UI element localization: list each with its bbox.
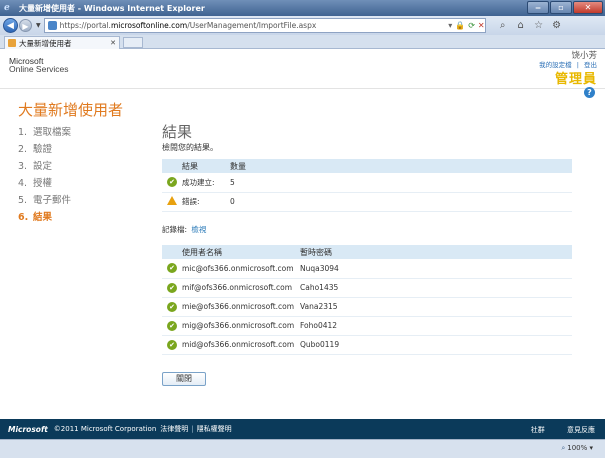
success-check-icon: ✔	[167, 282, 177, 293]
table-row: ✔ mig@ofs366.onmicrosoft.com Foho0412	[162, 316, 572, 336]
community-link[interactable]: 社群	[531, 426, 545, 434]
stop-icon[interactable]: ✕	[478, 21, 485, 30]
feedback-link[interactable]: 意見反應	[567, 426, 595, 434]
page-footer: Microsoft ©2011 Microsoft Corporation 法律…	[0, 419, 605, 439]
search-icon[interactable]: ⌕	[496, 19, 510, 33]
tab-label: 大量新增使用者	[19, 38, 72, 48]
refresh-icon[interactable]: ⟳	[468, 21, 475, 30]
help-icon[interactable]: ?	[584, 87, 595, 98]
user-password-cell: Vana2315	[300, 297, 572, 317]
summary-label: 錯誤:	[182, 192, 230, 212]
zoom-level: 100%	[567, 444, 588, 452]
step-settings: 3. 設定	[18, 161, 53, 172]
tools-gear-icon[interactable]: ⚙	[550, 19, 564, 33]
user-password-cell: Nuqa3094	[300, 259, 572, 279]
favorites-star-icon[interactable]: ☆	[532, 19, 546, 33]
history-dropdown-icon[interactable]: ▼	[36, 22, 41, 29]
user-name-cell: mid@ofs366.onmicrosoft.com	[182, 335, 300, 355]
success-check-icon: ✔	[167, 301, 177, 312]
user-password-cell: Qubo0119	[300, 335, 572, 355]
lock-icon[interactable]: 🔒	[455, 21, 465, 30]
maximize-button[interactable]: ▫	[550, 1, 572, 14]
window-title-bar: ℯ 大量新增使用者 - Windows Internet Explorer ‒ …	[0, 0, 605, 16]
forward-button[interactable]: ▶	[19, 19, 32, 32]
window-title: 大量新增使用者 - Windows Internet Explorer	[19, 3, 205, 13]
legal-link[interactable]: 法律聲明	[160, 424, 188, 434]
summary-label: 成功建立:	[182, 173, 230, 193]
url-host: microsoftonline.com	[110, 21, 188, 30]
new-tab-button[interactable]	[123, 37, 143, 48]
address-field[interactable]: https://portal. microsoftonline.com/UserM…	[43, 18, 486, 33]
summary-header-count: 數量	[230, 159, 572, 173]
warning-triangle-icon	[167, 196, 177, 205]
summary-count: 0	[230, 192, 572, 212]
users-header-username: 使用者名稱	[182, 245, 300, 259]
user-password-cell: Foho0412	[300, 316, 572, 336]
url-path: /UserManagement/ImportFile.aspx	[187, 21, 317, 30]
summary-count: 5	[230, 173, 572, 193]
address-toolbar: ◀ ▶ ▼ https://portal. microsoftonline.com…	[0, 16, 605, 35]
window-controls: ‒ ▫ ✕	[526, 1, 603, 14]
table-row: 錯誤: 0	[162, 192, 572, 212]
privacy-link[interactable]: 隱私權聲明	[197, 424, 232, 434]
step-email: 5. 電子郵件	[18, 195, 72, 206]
success-check-icon: ✔	[167, 339, 177, 350]
success-check-icon: ✔	[167, 177, 177, 188]
view-log-link[interactable]: 檢視	[191, 225, 206, 234]
copyright-text: ©2011 Microsoft Corporation	[53, 425, 157, 433]
success-check-icon: ✔	[167, 263, 177, 274]
summary-table: 結果 數量 ✔ 成功建立: 5 錯誤: 0	[162, 159, 572, 212]
zoom-control[interactable]: ⌕ 100% ▾	[561, 444, 593, 453]
step-select-file: 1. 選取檔案	[18, 127, 72, 138]
success-check-icon: ✔	[167, 320, 177, 331]
results-title: 結果	[162, 123, 193, 141]
wizard-steps: 1. 選取檔案 2. 驗證 3. 設定 4. 授權 5. 電子郵件 6. 結果	[18, 124, 71, 226]
dropdown-icon[interactable]: ▾	[448, 21, 452, 30]
brand-online-services: Online Services	[9, 64, 69, 74]
summary-header-result: 結果	[182, 159, 230, 173]
table-row: ✔ mie@ofs366.onmicrosoft.com Vana2315	[162, 297, 572, 317]
table-row: ✔ mic@ofs366.onmicrosoft.com Nuqa3094	[162, 259, 572, 279]
users-table: 使用者名稱 暫時密碼 ✔ mic@ofs366.onmicrosoft.com …	[162, 245, 572, 355]
ie-logo-icon: ℯ	[4, 2, 10, 13]
results-subtitle: 檢閱您的結果。	[162, 143, 218, 152]
table-row: ✔ 成功建立: 5	[162, 173, 572, 193]
step-verify: 2. 驗證	[18, 144, 53, 155]
step-license: 4. 授權	[18, 178, 53, 189]
home-icon[interactable]: ⌂	[514, 19, 528, 33]
tab-bulk-add-users[interactable]: 大量新增使用者 ✕	[4, 36, 120, 49]
zoom-icon: ⌕	[561, 444, 566, 452]
microsoft-logo: Microsoft	[8, 424, 48, 434]
step-results: 6. 結果	[18, 212, 53, 223]
minimize-button[interactable]: ‒	[527, 1, 549, 14]
page-header: Microsoft Online Services 饶小芳 我的設定檔 | 登出…	[0, 49, 605, 89]
tab-favicon-icon	[8, 39, 16, 47]
user-name-cell: mig@ofs366.onmicrosoft.com	[182, 316, 300, 336]
browser-toolbar-icons: ⌕ ⌂ ☆ ⚙	[492, 19, 564, 33]
address-actions: ▾ 🔒 ⟳ ✕	[445, 21, 484, 30]
page-title: 大量新增使用者	[18, 101, 124, 119]
close-window-button[interactable]: ✕	[573, 1, 603, 14]
user-name-cell: mie@ofs366.onmicrosoft.com	[182, 297, 300, 317]
site-favicon-icon	[47, 21, 57, 30]
user-name-cell: mic@ofs366.onmicrosoft.com	[182, 259, 300, 279]
tab-close-icon[interactable]: ✕	[110, 39, 116, 47]
users-header-row: 使用者名稱 暫時密碼	[162, 245, 572, 259]
log-file-line: 記錄檔: 檢視	[162, 224, 206, 235]
table-row: ✔ mif@ofs366.onmicrosoft.com Caho1435	[162, 278, 572, 298]
status-bar: ⌕ 100% ▾	[0, 439, 605, 458]
table-row: ✔ mid@ofs366.onmicrosoft.com Qubo0119	[162, 335, 572, 355]
users-header-password: 暫時密碼	[300, 245, 572, 259]
tab-strip: 大量新增使用者 ✕	[0, 35, 605, 49]
user-password-cell: Caho1435	[300, 278, 572, 298]
log-file-label: 記錄檔:	[162, 225, 188, 234]
footer-right-links: 社群 意見反應	[511, 425, 595, 435]
user-name-cell: mif@ofs366.onmicrosoft.com	[182, 278, 300, 298]
url-prefix: https://portal.	[59, 21, 111, 30]
close-button[interactable]: 關閉	[162, 372, 206, 386]
admin-role-label: 管理員	[554, 72, 597, 87]
summary-header-row: 結果 數量	[162, 159, 572, 173]
back-button[interactable]: ◀	[3, 18, 18, 33]
